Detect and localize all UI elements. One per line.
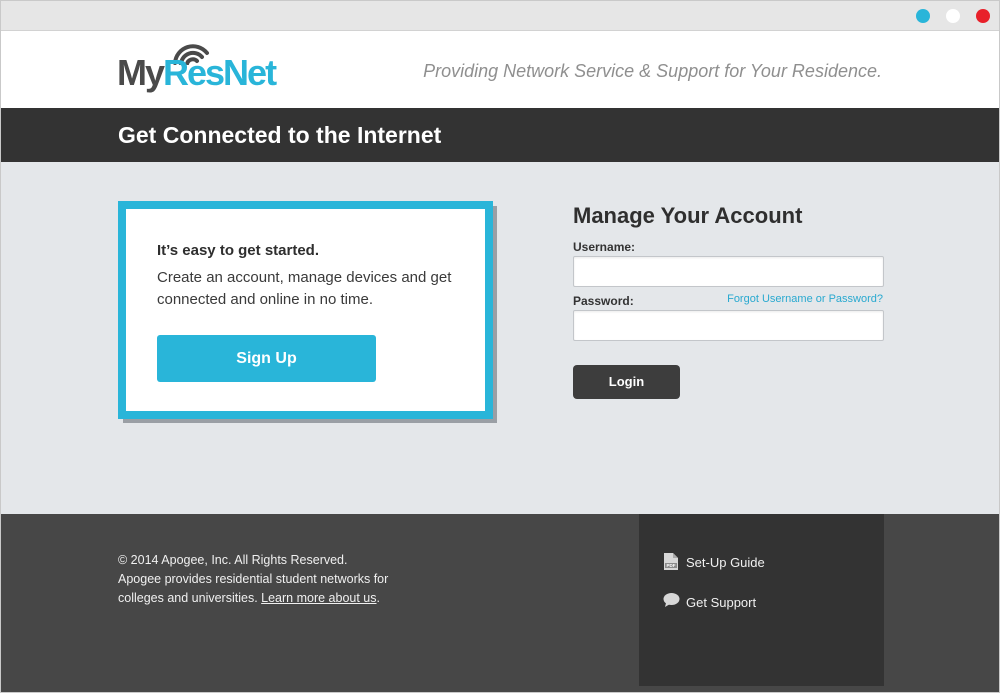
browser-window: MyResNet Providing Network Service & Sup… <box>0 0 1000 693</box>
password-field[interactable] <box>573 310 884 341</box>
forgot-credentials-link[interactable]: Forgot Username or Password? <box>727 293 883 305</box>
svg-text:PDF: PDF <box>667 563 676 568</box>
sign-up-button[interactable]: Sign Up <box>157 335 376 382</box>
get-support-label: Get Support <box>686 595 757 610</box>
promo-title: It’s easy to get started. <box>157 242 319 259</box>
username-field[interactable] <box>573 256 884 287</box>
password-label: Password: <box>573 294 634 308</box>
account-title: Manage Your Account <box>573 203 803 228</box>
logo-text-resnet: ResNet <box>163 52 277 93</box>
speech-bubble-icon <box>663 593 680 607</box>
learn-more-link[interactable]: Learn more about us <box>261 591 376 605</box>
username-label: Username: <box>573 240 636 254</box>
pdf-icon: PDF <box>664 553 678 570</box>
window-control-white[interactable] <box>946 9 960 23</box>
site-tagline: Providing Network Service & Support for … <box>423 61 882 81</box>
site-header: MyResNet Providing Network Service & Sup… <box>1 31 999 108</box>
promo-card: It’s easy to get started. Create an acco… <box>118 201 493 419</box>
site-footer: © 2014 Apogee, Inc. All Rights Reserved.… <box>1 514 999 692</box>
logo-text-my: My <box>117 52 165 93</box>
footer-info: © 2014 Apogee, Inc. All Rights Reserved.… <box>118 551 418 608</box>
copyright-text: © 2014 Apogee, Inc. All Rights Reserved. <box>118 553 348 567</box>
about-suffix: . <box>376 591 380 605</box>
footer-links-panel: PDF Set-Up Guide Get Support <box>639 514 884 686</box>
logo-wordmark: MyResNet <box>117 52 277 93</box>
about-text: Apogee provides residential student netw… <box>118 570 418 608</box>
window-title-bar <box>1 1 999 31</box>
login-button[interactable]: Login <box>573 365 680 399</box>
window-control-red[interactable] <box>976 9 990 23</box>
page-banner: Get Connected to the Internet <box>1 108 999 162</box>
promo-description: Create an account, manage devices and ge… <box>157 269 452 308</box>
main-content: It’s easy to get started. Create an acco… <box>1 162 999 514</box>
setup-guide-label: Set-Up Guide <box>686 555 765 570</box>
myresnet-logo[interactable]: MyResNet <box>117 39 277 97</box>
window-control-blue[interactable] <box>916 9 930 23</box>
page-title: Get Connected to the Internet <box>118 122 442 148</box>
